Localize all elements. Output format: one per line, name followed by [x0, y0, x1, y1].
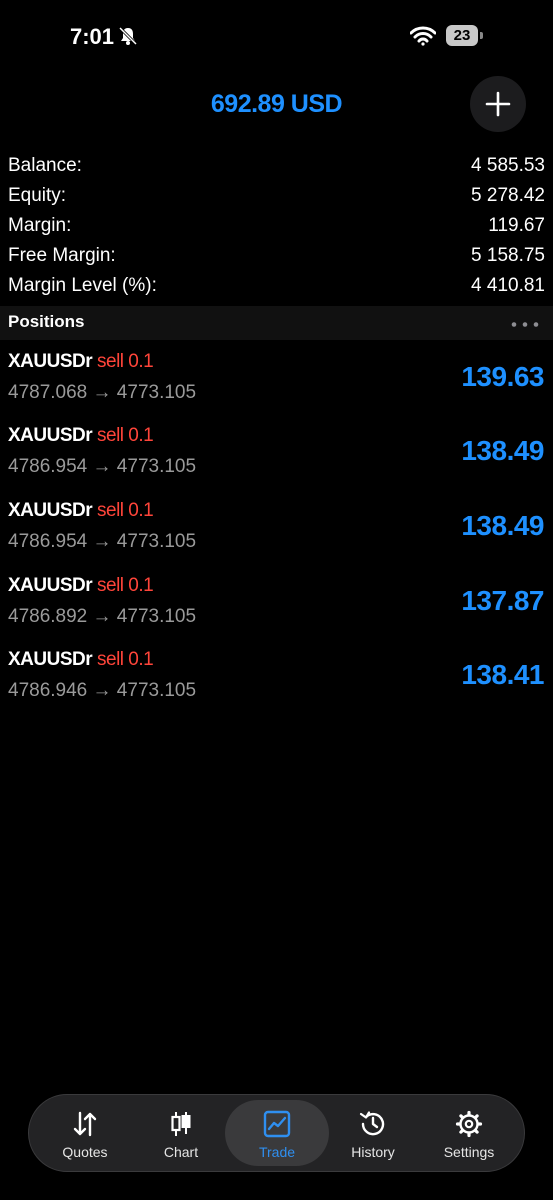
summary-row-balance: Balance: 4 585.53 — [0, 151, 553, 181]
positions-title: Positions — [8, 312, 85, 331]
account-summary: Balance: 4 585.53 Equity: 5 278.42 Margi… — [0, 151, 553, 301]
position-prices: 4786.892 → 4773.105 — [8, 606, 197, 627]
summary-row-margin: Margin: 119.67 — [0, 211, 553, 241]
summary-value: 119.67 — [488, 215, 545, 236]
summary-row-free-margin: Free Margin: 5 158.75 — [0, 241, 553, 271]
position-prices: 4786.954 → 4773.105 — [8, 456, 197, 477]
battery-tip — [480, 32, 483, 39]
position-row[interactable]: XAUUSDr sell 0.1 4787.068 → 4773.105 139… — [0, 351, 553, 426]
position-side: sell 0.1 — [97, 575, 154, 596]
position-row[interactable]: XAUUSDr sell 0.1 4786.954 → 4773.105 138… — [0, 425, 553, 500]
summary-label: Balance: — [8, 155, 82, 176]
history-icon — [359, 1111, 385, 1136]
position-row[interactable]: XAUUSDr sell 0.1 4786.954 → 4773.105 138… — [0, 500, 553, 575]
status-time: 7:01 — [70, 24, 115, 49]
position-symbol: XAUUSDr — [8, 425, 93, 446]
tab-label: History — [351, 1144, 395, 1160]
position-profit: 139.63 — [461, 361, 544, 392]
tab-label: Settings — [443, 1144, 495, 1160]
positions-section-header: Positions — [0, 306, 553, 340]
summary-label: Equity: — [8, 185, 67, 206]
tab-settings[interactable]: Settings — [421, 1095, 517, 1171]
tab-chart[interactable]: Chart — [133, 1095, 229, 1171]
position-profit: 138.49 — [461, 510, 544, 541]
position-prices: 4787.068 → 4773.105 — [8, 382, 197, 403]
position-prices: 4786.946 → 4773.105 — [8, 680, 197, 701]
plus-icon — [485, 91, 511, 117]
position-row[interactable]: XAUUSDr sell 0.1 4786.892 → 4773.105 137… — [0, 575, 553, 650]
position-side: sell 0.1 — [97, 425, 154, 446]
bell-muted-icon — [118, 26, 138, 46]
chart-icon — [171, 1112, 191, 1136]
tab-quotes[interactable]: Quotes — [37, 1095, 133, 1171]
tab-label: Quotes — [62, 1144, 108, 1160]
position-prices: 4786.954 → 4773.105 — [8, 531, 197, 552]
trade-icon — [263, 1110, 291, 1138]
position-row[interactable]: XAUUSDr sell 0.1 4786.946 → 4773.105 138… — [0, 649, 553, 724]
tab-trade[interactable]: Trade — [229, 1095, 325, 1171]
summary-value: 4 410.81 — [471, 275, 545, 296]
position-profit: 138.41 — [461, 659, 544, 690]
settings-icon — [455, 1110, 483, 1138]
summary-value: 5 278.42 — [471, 185, 545, 206]
battery-indicator: 23 — [446, 25, 478, 46]
quotes-icon — [73, 1111, 97, 1137]
position-symbol: XAUUSDr — [8, 649, 93, 670]
summary-row-equity: Equity: 5 278.42 — [0, 181, 553, 211]
wifi-icon — [410, 26, 436, 46]
position-side: sell 0.1 — [97, 500, 154, 521]
status-bar: 7:01 23 — [0, 0, 553, 76]
new-order-button[interactable] — [470, 76, 526, 132]
position-side: sell 0.1 — [97, 351, 154, 372]
summary-label: Free Margin: — [8, 245, 116, 266]
position-profit: 138.49 — [461, 435, 544, 466]
tab-label: Chart — [163, 1144, 199, 1160]
position-side: sell 0.1 — [97, 649, 154, 670]
tab-history[interactable]: History — [325, 1095, 421, 1171]
summary-label: Margin Level (%): — [8, 275, 157, 296]
more-options-icon[interactable] — [511, 322, 539, 327]
summary-row-margin-level: Margin Level (%): 4 410.81 — [0, 271, 553, 301]
position-symbol: XAUUSDr — [8, 575, 93, 596]
summary-value: 4 585.53 — [471, 155, 545, 176]
position-symbol: XAUUSDr — [8, 351, 93, 372]
position-symbol: XAUUSDr — [8, 500, 93, 521]
bottom-tab-bar: Quotes Chart Trade History Settings — [28, 1094, 525, 1172]
tab-label: Trade — [258, 1144, 296, 1160]
summary-value: 5 158.75 — [471, 245, 545, 266]
position-profit: 137.87 — [461, 585, 544, 616]
summary-label: Margin: — [8, 215, 72, 236]
